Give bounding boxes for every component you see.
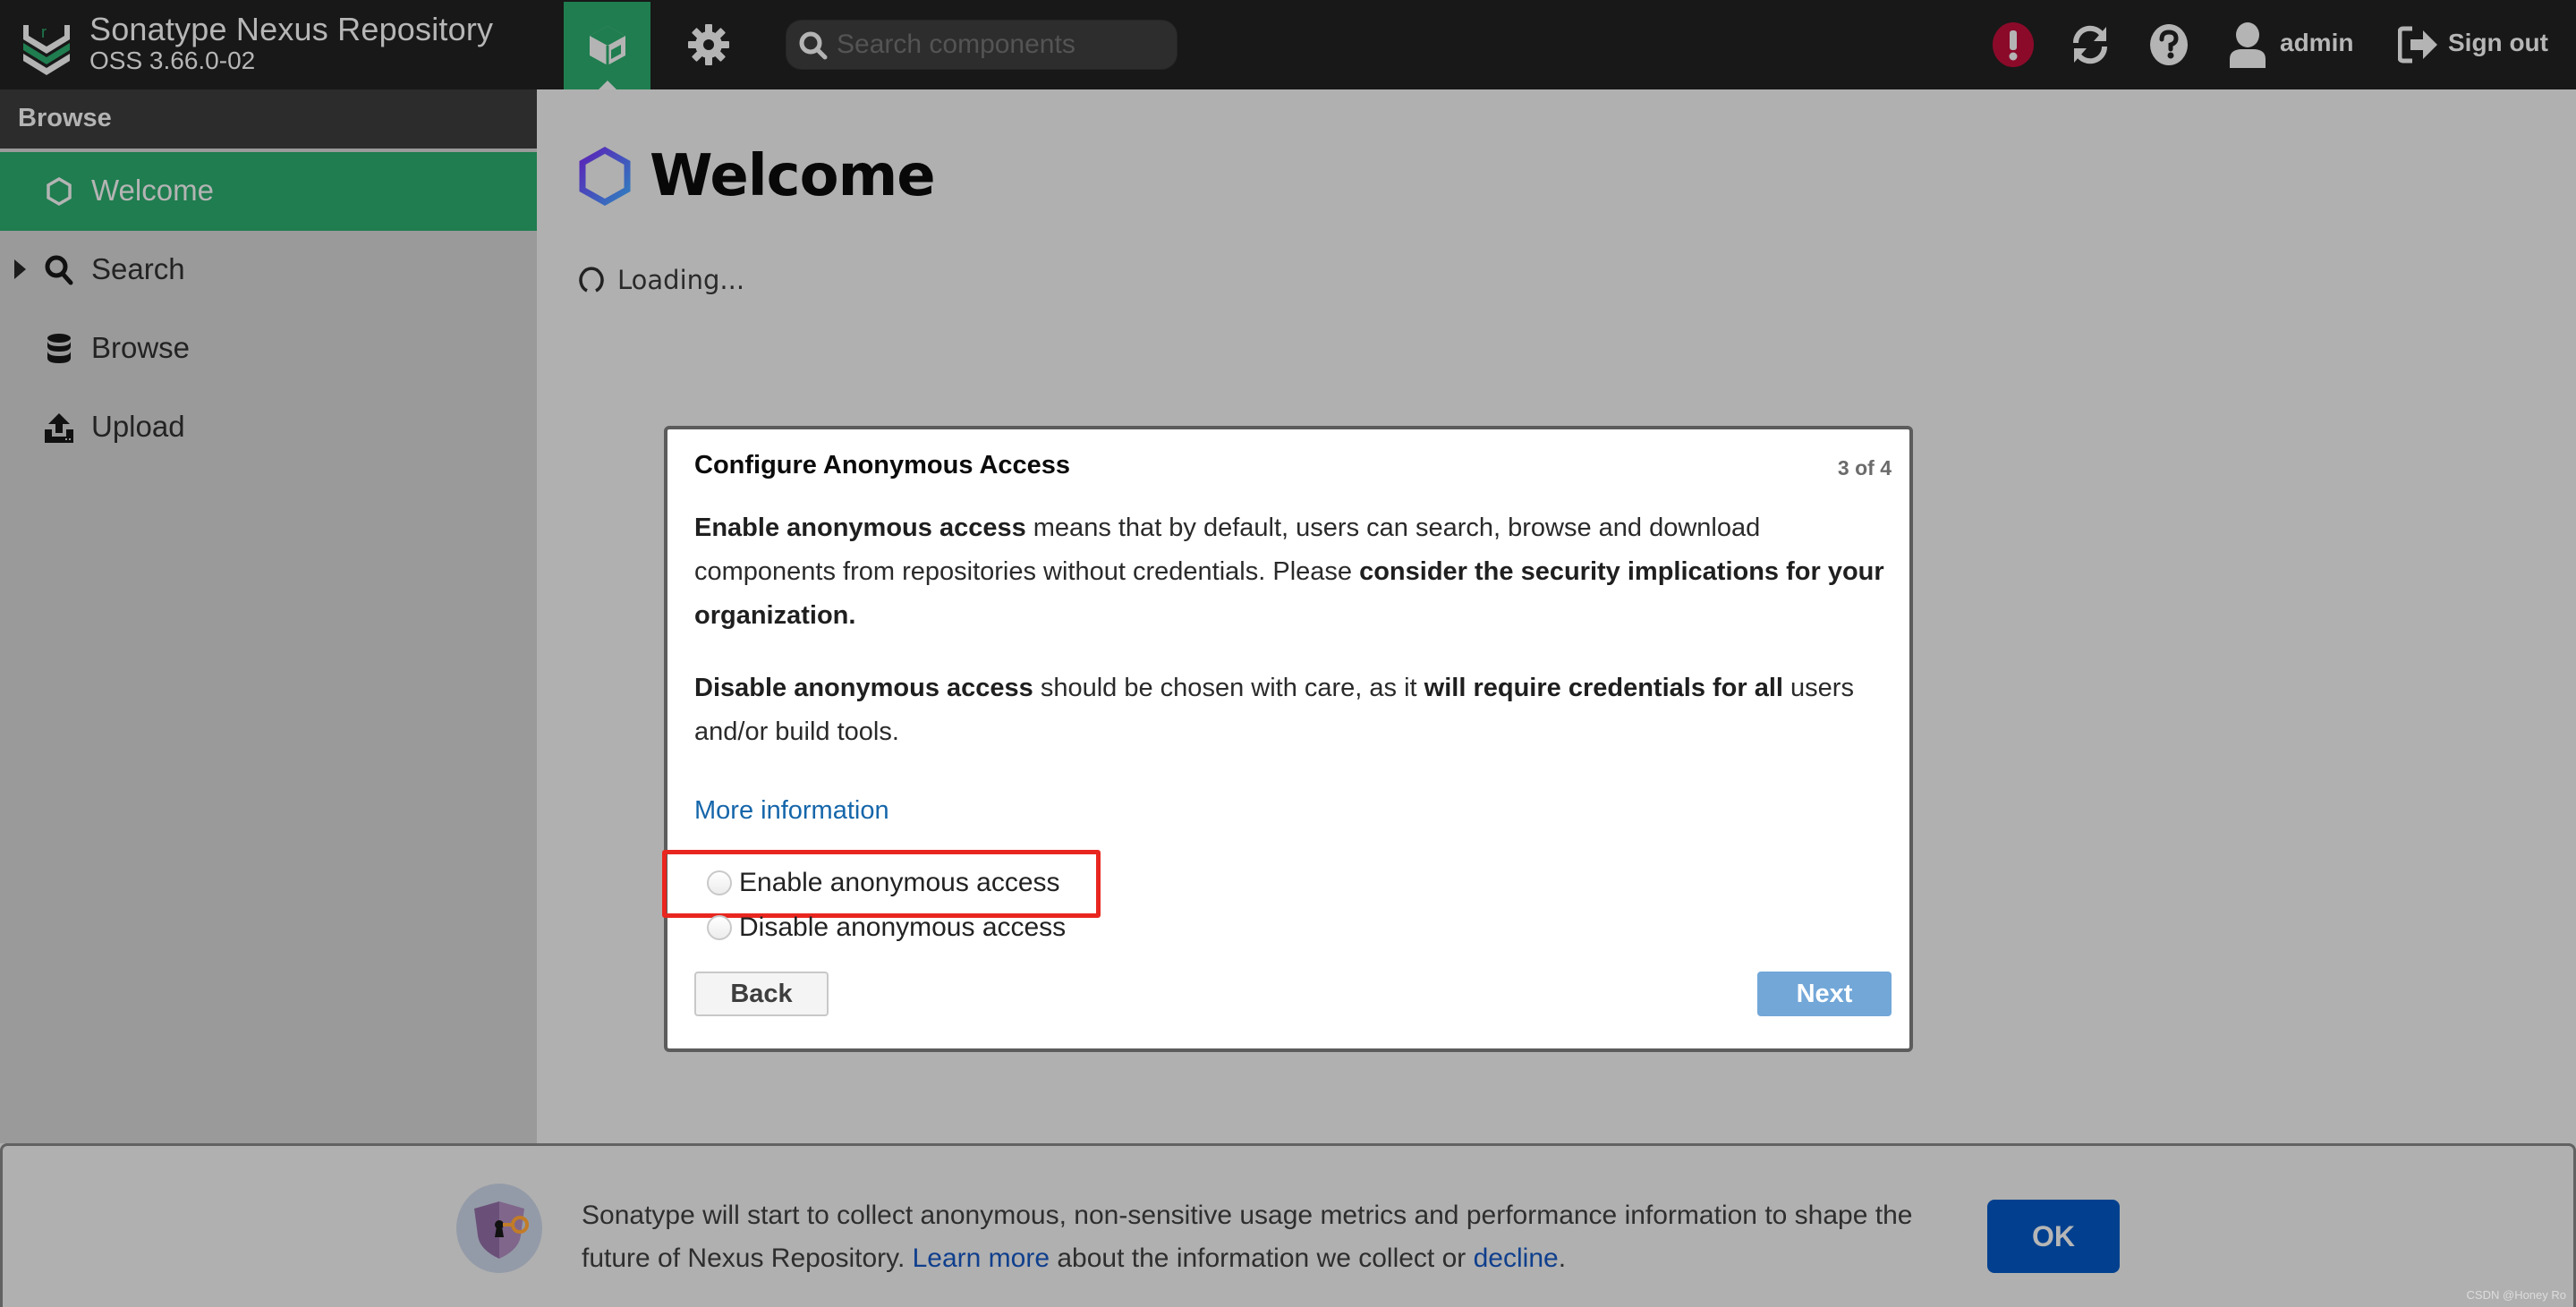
- sidebar-item-upload[interactable]: Upload: [0, 388, 537, 467]
- analytics-consent-banner: Sonatype will start to collect anonymous…: [0, 1143, 2576, 1307]
- app-title: Sonatype Nexus Repository: [89, 11, 494, 47]
- banner-text-part: about the information we collect or: [1050, 1243, 1474, 1273]
- disable-anonymous-radio[interactable]: [707, 915, 732, 940]
- sign-out-icon: [2398, 26, 2437, 64]
- banner-text-part: .: [1558, 1243, 1567, 1273]
- decline-link[interactable]: decline: [1474, 1243, 1559, 1273]
- signout-button[interactable]: [2394, 18, 2444, 72]
- search-icon: [45, 255, 73, 285]
- enable-description: Enable anonymous access means that by de…: [694, 506, 1893, 638]
- banner-message: Sonatype will start to collect anonymous…: [582, 1194, 1924, 1280]
- gear-icon: [688, 24, 729, 65]
- disable-text: should be chosen with care, as it: [1033, 674, 1424, 702]
- shield-key-icon: [456, 1184, 542, 1273]
- upload-icon: [45, 413, 73, 443]
- hexagon-icon: [47, 176, 72, 207]
- top-bar: r Sonatype Nexus Repository OSS 3.66.0-0…: [0, 0, 2576, 89]
- loading-indicator: Loading...: [578, 265, 744, 295]
- ok-button[interactable]: OK: [1987, 1200, 2120, 1273]
- search-components-input[interactable]: [837, 26, 1168, 64]
- sidebar-item-welcome[interactable]: Welcome: [0, 152, 537, 231]
- sidebar-item-search[interactable]: Search: [0, 231, 537, 310]
- refresh-button[interactable]: [2065, 18, 2115, 72]
- nav-admin-button[interactable]: [680, 16, 737, 73]
- nav-browse-button[interactable]: [564, 2, 650, 89]
- cube-icon: [589, 26, 625, 65]
- active-caret: [598, 81, 616, 89]
- more-information-link[interactable]: More information: [694, 796, 889, 826]
- refresh-icon: [2072, 25, 2108, 64]
- user-name[interactable]: admin: [2280, 29, 2353, 57]
- credentials-warning: will require credentials for all: [1424, 674, 1783, 702]
- page-title: Welcome: [650, 143, 936, 209]
- signout-label[interactable]: Sign out: [2448, 29, 2548, 57]
- enable-anonymous-radio[interactable]: [707, 870, 732, 895]
- spinner-icon: [579, 267, 604, 293]
- dialog-title: Configure Anonymous Access: [694, 451, 1071, 480]
- svg-text:r: r: [41, 23, 47, 41]
- search-icon: [799, 31, 828, 60]
- sidebar-header: Browse: [0, 89, 537, 150]
- watermark: CSDN @Honey Ro: [2466, 1288, 2566, 1302]
- enable-anonymous-radio-option[interactable]: Enable anonymous access: [700, 868, 1060, 898]
- expand-triangle-icon[interactable]: [14, 259, 26, 279]
- database-icon: [47, 334, 71, 363]
- sidebar-item-label: Browse: [91, 331, 191, 364]
- radio-label: Enable anonymous access: [739, 868, 1060, 897]
- enable-term: Enable anonymous access: [694, 513, 1026, 542]
- sidebar-item-label: Search: [91, 252, 185, 285]
- loading-text: Loading...: [617, 265, 745, 295]
- disable-term: Disable anonymous access: [694, 674, 1033, 702]
- radio-label: Disable anonymous access: [739, 912, 1067, 942]
- sidebar-item-label: Welcome: [91, 174, 214, 207]
- configure-anonymous-access-dialog: Configure Anonymous Access 3 of 4 Enable…: [662, 426, 1913, 1052]
- disable-anonymous-radio-option[interactable]: Disable anonymous access: [700, 912, 1066, 943]
- sidebar: Browse Welcome Search Browse Upload: [0, 89, 537, 1143]
- next-button[interactable]: Next: [1757, 972, 1892, 1016]
- wizard-step-indicator: 3 of 4: [1837, 456, 1892, 480]
- sidebar-header-label: Browse: [18, 104, 112, 132]
- help-button[interactable]: [2144, 18, 2194, 72]
- nexus-logo-icon: r: [23, 23, 70, 75]
- page-header: Welcome: [578, 143, 936, 209]
- app-version: OSS 3.66.0-02: [89, 47, 256, 74]
- exclamation-circle-icon: [1993, 22, 2034, 67]
- sidebar-item-browse[interactable]: Browse: [0, 310, 537, 388]
- system-alert-button[interactable]: [1988, 18, 2038, 72]
- user-button[interactable]: [2223, 18, 2273, 72]
- question-circle-icon: [2150, 24, 2188, 65]
- back-button[interactable]: Back: [694, 972, 829, 1016]
- disable-description: Disable anonymous access should be chose…: [694, 666, 1893, 754]
- learn-more-link[interactable]: Learn more: [913, 1243, 1050, 1273]
- dialog-body: Enable anonymous access means that by de…: [694, 506, 1893, 783]
- user-icon: [2230, 22, 2266, 68]
- sidebar-item-label: Upload: [91, 410, 185, 443]
- hexagon-logo-icon: [579, 147, 631, 206]
- search-components-box[interactable]: [786, 20, 1177, 70]
